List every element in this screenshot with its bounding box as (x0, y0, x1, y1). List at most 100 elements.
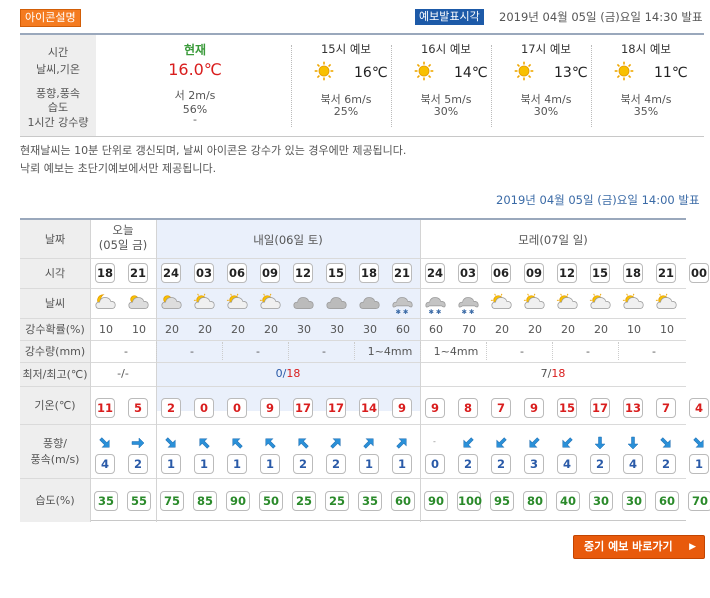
temp-cell: 9 (425, 398, 445, 418)
wind-arrow-icon (592, 435, 608, 451)
row-label-rain: 강수량(mm) (20, 340, 90, 362)
humidity-cell: 60 (655, 491, 679, 511)
rain-snow-icon: ✱ ✱ (423, 292, 449, 316)
rain-cell: - (520, 345, 524, 358)
temp-cell: 17 (293, 398, 313, 418)
wind-speed-cell: 1 (392, 454, 412, 474)
wind-arrow-icon (559, 435, 575, 451)
humidity-cell: 70 (688, 491, 710, 511)
wind-speed-cell: 4 (623, 454, 643, 474)
hour-cell: 15 (590, 263, 610, 283)
pub-time-label: 예보발표시각 (415, 9, 484, 25)
cloudy-icon (291, 292, 317, 314)
wind-speed-cell: 4 (95, 454, 115, 474)
wind-arrow-icon (361, 435, 377, 451)
rain-cell: - (124, 345, 128, 358)
temp-cell: 5 (128, 398, 148, 418)
temp-cell: 11 (95, 398, 115, 418)
wind-arrow-icon (460, 435, 476, 451)
forecast-temp: 14℃ (454, 65, 488, 81)
wind-arrow-icon (625, 435, 641, 451)
rain-cell: - (586, 345, 590, 358)
pop-cell: 60 (396, 323, 410, 336)
partly-cloudy-icon (192, 292, 218, 314)
humidity-cell: 30 (589, 491, 613, 511)
row-label-date: 날짜 (20, 220, 90, 258)
mid-forecast-label: 중기 예보 바로가기 (584, 540, 673, 553)
now-wind: 서 2m/s (174, 89, 216, 102)
cloudy-icon (357, 292, 383, 314)
humidity-cell: 100 (457, 491, 482, 511)
now-label: 현재 (183, 43, 207, 57)
wind-arrow-icon (262, 435, 278, 451)
humidity-cell: 90 (226, 491, 250, 511)
rain-cell: - (322, 345, 326, 358)
pop-cell: 20 (495, 323, 509, 336)
humidity-cell: 40 (556, 491, 580, 511)
hour-cell: 03 (458, 263, 478, 283)
forecast-col-2: 17시 예보 13℃ 북서 4m/s 30% (496, 35, 596, 136)
hour-cell: 18 (95, 263, 115, 283)
hour-cell: 21 (392, 263, 412, 283)
wind-speed-cell: 2 (458, 454, 478, 474)
humidity-cell: 95 (490, 491, 514, 511)
rain-cell: 1~4mm (433, 345, 479, 358)
rain-cell: - (652, 345, 656, 358)
svg-text:✱: ✱ (429, 308, 434, 316)
mid-forecast-button[interactable]: 중기 예보 바로가기 ▶ (573, 535, 705, 559)
partly-cloudy-icon (555, 292, 581, 314)
pop-cell: 10 (660, 323, 674, 336)
temp-cell: 0 (194, 398, 214, 418)
row-label-minmax: 최저/최고(℃) (20, 362, 90, 386)
temp-cell: 7 (656, 398, 676, 418)
rain-snow-icon: ✱ ✱ (390, 292, 416, 316)
current-weather-table: 시간 날씨,기온 풍향,풍속 습도 1시간 강수량 현재 16.0℃ 서 2m/… (20, 33, 704, 137)
svg-text:✱: ✱ (403, 308, 408, 316)
wind-arrow-icon (328, 435, 344, 451)
forecast-col-0: 15시 예보 16℃ 북서 6m/s 25% (296, 35, 396, 136)
pop-cell: 30 (297, 323, 311, 336)
forecast-pop: 30% (533, 105, 559, 118)
temp-cell: 14 (359, 398, 379, 418)
current-header-column: 시간 날씨,기온 풍향,풍속 습도 1시간 강수량 (20, 35, 96, 136)
pop-cell: 10 (132, 323, 146, 336)
wind-speed-cell: 2 (128, 454, 148, 474)
partly-cloudy-icon (225, 292, 251, 314)
pop-cell: 60 (429, 323, 443, 336)
forecast-grid: 날짜 시각 날씨 강수확률(%) 강수량(mm) 최저/최고(℃) 기온(℃) 풍향/ 풍속(… (20, 218, 710, 522)
humidity-cell: 35 (94, 491, 118, 511)
pop-cell: 20 (165, 323, 179, 336)
sun-icon (514, 61, 534, 84)
forecast-title: 18시 예보 (620, 42, 672, 56)
day-today: 오늘 (05일 금) (98, 223, 148, 252)
wind-arrow-icon (229, 435, 245, 451)
pop-cell: 20 (528, 323, 542, 336)
label-time: 시간 (47, 46, 69, 59)
wind-speed-cell: 4 (557, 454, 577, 474)
wind-speed-cell: 2 (656, 454, 676, 474)
label-weather-temp: 날씨,기온 (36, 63, 80, 76)
hour-cell: 18 (623, 263, 643, 283)
wind-arrow-icon (163, 435, 179, 451)
minmax-dayafter: 7/18 (540, 367, 566, 380)
sun-icon (314, 61, 334, 84)
svg-text:✱: ✱ (396, 308, 401, 316)
humidity-cell: 30 (622, 491, 646, 511)
partly-cloudy-icon (522, 292, 548, 314)
note-lightning: 낙뢰 예보는 초단기예보에서만 제공됩니다. (20, 162, 217, 175)
forecast-col-3: 18시 예보 11℃ 북서 4m/s 35% (596, 35, 696, 136)
wind-speed-cell: 1 (260, 454, 280, 474)
label-humidity: 습도 (47, 101, 69, 114)
partly-cloudy-icon (489, 292, 515, 314)
hour-cell: 12 (293, 263, 313, 283)
hour-cell: 24 (161, 263, 181, 283)
wind-speed-cell: 1 (194, 454, 214, 474)
icon-legend-button[interactable]: 아이콘설명 (20, 9, 81, 27)
humidity-cell: 75 (160, 491, 184, 511)
temp-cell: 8 (458, 398, 478, 418)
hour-cell: 15 (326, 263, 346, 283)
hour-cell: 06 (227, 263, 247, 283)
humidity-cell: 55 (127, 491, 151, 511)
forecast-pub-time: 2019년 04월 05일 (금)요일 14:00 발표 (496, 193, 700, 207)
partly-cloudy-icon (258, 292, 284, 314)
